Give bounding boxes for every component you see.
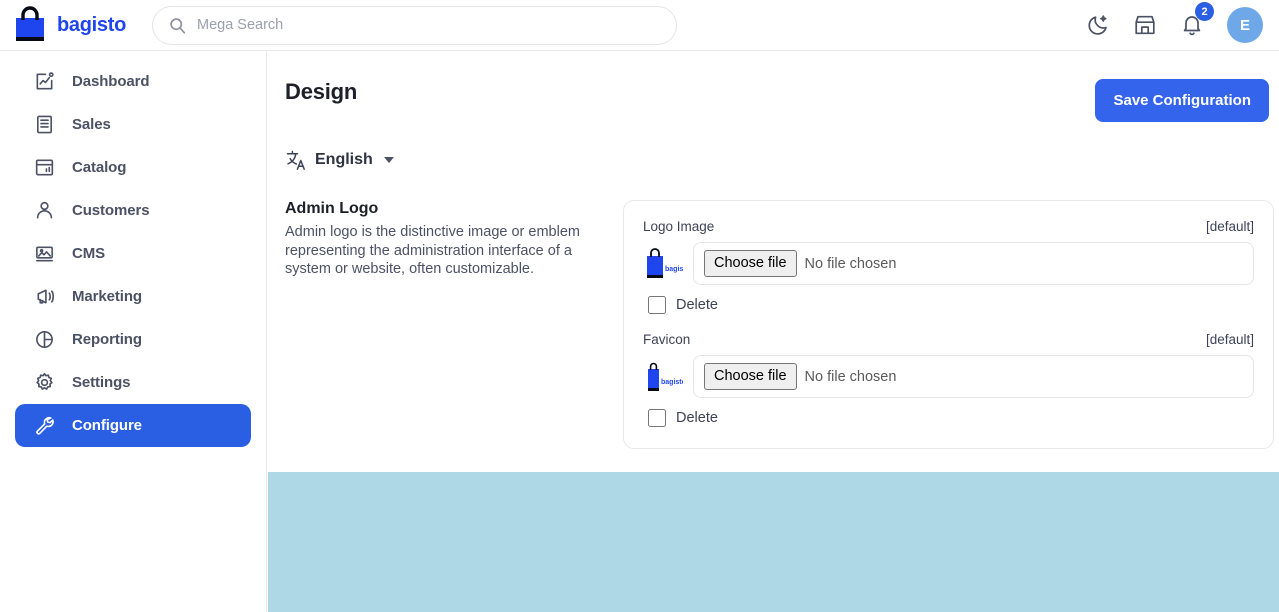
favicon-delete-checkbox[interactable]: [648, 409, 666, 427]
bottom-overlay-panel: [268, 472, 1279, 612]
logo-delete-row: Delete: [643, 296, 1254, 314]
page-header: Design Save Configuration: [268, 51, 1279, 122]
field-scope-default: [default]: [1205, 219, 1254, 234]
favicon-delete-row: Delete: [643, 409, 1254, 427]
field-header: Logo Image [default]: [643, 219, 1254, 234]
admin-logo-card: Logo Image [default] bagisto Choose file: [623, 200, 1274, 449]
image-picture-icon: [34, 243, 55, 264]
search-container: [152, 5, 677, 45]
svg-text:bagisto: bagisto: [665, 266, 683, 273]
admin-logo-section: Admin Logo Admin logo is the distinctive…: [268, 200, 1279, 449]
sidebar-item-reporting[interactable]: Reporting: [15, 318, 251, 361]
save-configuration-button[interactable]: Save Configuration: [1095, 79, 1269, 122]
favicon-field: Favicon [default] bagisto Choose file: [643, 332, 1254, 427]
wrench-icon: [34, 415, 55, 436]
sidebar-item-label: Customers: [72, 202, 150, 219]
chevron-down-icon: [383, 157, 394, 163]
sidebar-item-catalog[interactable]: Catalog: [15, 146, 251, 189]
dark-mode-icon[interactable]: [1086, 13, 1110, 37]
field-label: Logo Image: [643, 219, 715, 234]
logo-delete-checkbox[interactable]: [648, 296, 666, 314]
section-description: Admin logo is the distinctive image or e…: [285, 224, 580, 277]
field-row: bagisto Choose file No file chosen: [643, 355, 1254, 398]
language-selector[interactable]: English: [285, 149, 394, 171]
avatar[interactable]: E: [1227, 7, 1263, 43]
sidebar-item-marketing[interactable]: Marketing: [15, 275, 251, 318]
choose-file-button[interactable]: Choose file: [704, 250, 797, 277]
file-name-text: No file chosen: [804, 255, 897, 272]
file-name-text: No file chosen: [804, 368, 897, 385]
sidebar-item-customers[interactable]: Customers: [15, 189, 251, 232]
notification-bell-icon[interactable]: 2: [1180, 2, 1214, 37]
shopping-bag-icon: [12, 6, 48, 44]
megaphone-icon: [34, 286, 55, 307]
favicon-file-input[interactable]: Choose file No file chosen: [693, 355, 1254, 398]
logo-image-file-input[interactable]: Choose file No file chosen: [693, 242, 1254, 285]
catalog-window-icon: [34, 157, 55, 178]
search-input[interactable]: [152, 5, 677, 45]
gear-icon: [34, 372, 55, 393]
logo-image-field: Logo Image [default] bagisto Choose file: [643, 219, 1254, 314]
document-lines-icon: [34, 114, 55, 135]
sidebar-item-settings[interactable]: Settings: [15, 361, 251, 404]
sidebar-item-label: Marketing: [72, 288, 142, 305]
notification-badge: 2: [1195, 2, 1214, 21]
user-person-icon: [34, 200, 55, 221]
sidebar-item-label: CMS: [72, 245, 106, 262]
header-actions: 2 E: [1086, 2, 1263, 43]
sidebar-item-label: Settings: [72, 374, 131, 391]
field-header: Favicon [default]: [643, 332, 1254, 347]
sidebar-item-cms[interactable]: CMS: [15, 232, 251, 275]
sidebar: Dashboard Sales Catalog Customers CMS Ma…: [0, 51, 267, 612]
sidebar-item-configure[interactable]: Configure: [15, 404, 251, 447]
field-scope-default: [default]: [1205, 332, 1254, 347]
sidebar-item-label: Reporting: [72, 331, 142, 348]
logo-delete-label: Delete: [676, 297, 718, 313]
sidebar-item-label: Sales: [72, 116, 111, 133]
section-title: Admin Logo: [285, 200, 379, 217]
choose-file-button[interactable]: Choose file: [704, 363, 797, 390]
favicon-delete-label: Delete: [676, 410, 718, 426]
dashboard-chart-icon: [34, 71, 55, 92]
field-row: bagisto Choose file No file chosen: [643, 242, 1254, 285]
brand-name: bagisto: [57, 13, 127, 36]
bagisto-favicon-thumbnail: bagisto: [643, 357, 683, 397]
page-title: Design: [285, 79, 358, 104]
translate-icon: [285, 149, 307, 171]
brand-logo[interactable]: bagisto: [12, 6, 127, 44]
storefront-icon[interactable]: [1133, 13, 1157, 37]
sidebar-item-dashboard[interactable]: Dashboard: [15, 60, 251, 103]
bagisto-logo-thumbnail: bagisto: [643, 244, 683, 284]
section-info: Admin Logo Admin logo is the distinctive…: [285, 200, 623, 449]
field-label: Favicon: [643, 332, 691, 347]
sidebar-item-sales[interactable]: Sales: [15, 103, 251, 146]
language-label: English: [315, 151, 373, 168]
pie-chart-icon: [34, 329, 55, 350]
svg-text:bagisto: bagisto: [661, 379, 683, 386]
sidebar-item-label: Dashboard: [72, 73, 150, 90]
sidebar-item-label: Catalog: [72, 159, 127, 176]
sidebar-item-label: Configure: [72, 417, 142, 434]
app-header: bagisto Mega Search 2 E: [0, 0, 1279, 51]
